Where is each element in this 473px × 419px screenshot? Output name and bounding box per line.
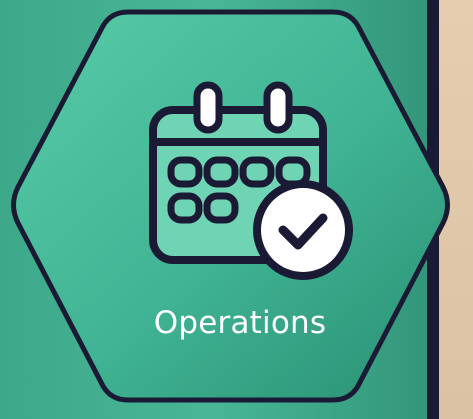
tile-label: Operations: [153, 305, 327, 341]
calendar-check-icon: [145, 80, 365, 294]
operations-tile[interactable]: Operations: [0, 0, 473, 419]
